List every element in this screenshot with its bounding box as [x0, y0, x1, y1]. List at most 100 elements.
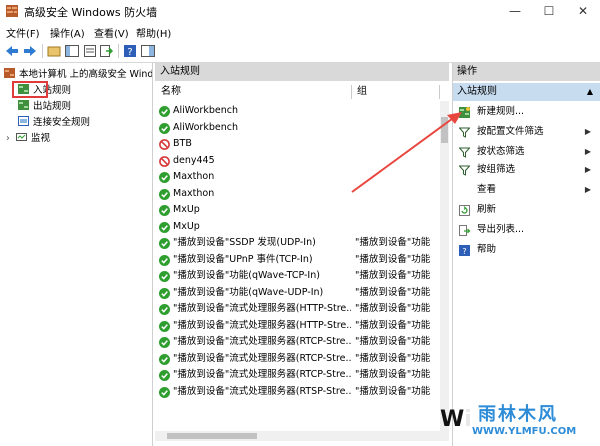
allow-check-icon — [159, 254, 170, 266]
navigation-tree: 本地计算机 上的高级安全 Windows 入站规则 出站规则 连接安全规则 ›监… — [0, 63, 153, 446]
vertical-scrollbar[interactable] — [440, 101, 449, 431]
vertical-scroll-thumb[interactable] — [441, 117, 448, 143]
rule-group: "播放到设备"功能 — [355, 369, 431, 380]
table-row[interactable]: "播放到设备"功能(qWave-TCP-In) "播放到设备"功能 — [155, 268, 440, 284]
rule-group: "播放到设备"功能 — [355, 319, 431, 331]
console-pane-icon[interactable] — [140, 43, 156, 59]
table-row[interactable]: BTB — [155, 136, 440, 152]
properties-icon[interactable] — [82, 43, 98, 59]
rule-name: "播放到设备"流式处理服务器(RTCP-Stre... — [173, 369, 351, 380]
allow-check-icon — [159, 386, 170, 398]
rule-name: "播放到设备"功能(qWave-TCP-In) — [173, 270, 320, 281]
table-row[interactable]: "播放到设备"流式处理服务器(RTCP-Stre... "播放到设备"功能 — [155, 351, 440, 367]
menu-help[interactable]: 帮助(H) — [136, 25, 171, 40]
action-label: 导出列表... — [477, 224, 525, 235]
rule-name: Maxthon — [173, 187, 215, 199]
export-list-icon[interactable] — [98, 43, 114, 59]
show-hide-tree-icon[interactable] — [64, 43, 80, 59]
filter-icon — [459, 127, 470, 138]
rule-group: "播放到设备"功能 — [355, 270, 431, 281]
action-label: 按组筛选 — [477, 164, 516, 175]
action-label: 帮助 — [477, 244, 497, 255]
forward-icon[interactable] — [22, 43, 38, 59]
submenu-arrow-icon: ▶ — [584, 147, 591, 156]
maximize-button[interactable]: ☐ — [532, 0, 566, 22]
allow-check-icon — [159, 337, 170, 348]
action-item[interactable]: 按组筛选 ▶ — [453, 161, 600, 179]
export-icon — [459, 225, 470, 236]
allow-check-icon — [159, 271, 170, 282]
help-icon: ? — [459, 245, 470, 256]
rule-name: "播放到设备"流式处理服务器(RTSP-Stre... — [173, 385, 351, 397]
table-row[interactable]: "播放到设备"流式处理服务器(HTTP-Stre... "播放到设备"功能 — [155, 301, 440, 317]
help-icon[interactable]: ? — [122, 43, 138, 59]
watermark-url: WWW.YLMFU.COM — [472, 426, 577, 437]
rule-name: "播放到设备"功能(qWave-UDP-In) — [173, 286, 324, 298]
action-item[interactable]: 查看 ▶ — [453, 181, 600, 199]
table-row[interactable]: Maxthon — [155, 169, 440, 185]
action-item[interactable]: 按配置文件筛选 ▶ — [453, 123, 600, 141]
minimize-button[interactable]: — — [498, 0, 532, 22]
column-header-name[interactable]: 名称 — [161, 83, 181, 101]
rule-name: AliWorkbench — [173, 121, 238, 133]
action-item[interactable]: ? 帮助 — [453, 241, 600, 259]
rule-group: "播放到设备"功能 — [355, 286, 431, 298]
table-row[interactable]: AliWorkbench — [155, 103, 440, 119]
table-row[interactable]: "播放到设备"流式处理服务器(RTCP-Stre... "播放到设备"功能 — [155, 367, 440, 383]
table-row[interactable]: MxUp — [155, 219, 440, 235]
highlight-box — [12, 81, 48, 98]
rule-name: "播放到设备"流式处理服务器(RTCP-Stre... — [173, 352, 351, 364]
submenu-arrow-icon: ▶ — [584, 165, 591, 174]
action-label: 刷新 — [477, 204, 497, 215]
tree-item-monitoring[interactable]: › 监视 — [6, 131, 50, 146]
submenu-arrow-icon: ▶ — [584, 127, 591, 136]
table-row[interactable]: "播放到设备"流式处理服务器(RTCP-Stre... "播放到设备"功能 — [155, 334, 440, 350]
horizontal-scroll-thumb[interactable] — [167, 433, 257, 439]
rules-list-pane: 入站规则 名称 组 AliWorkbench AliWorkbench BTB den… — [155, 63, 449, 446]
rule-name: BTB — [173, 138, 192, 149]
allow-check-icon — [159, 205, 170, 216]
back-icon[interactable] — [4, 43, 20, 59]
table-row[interactable]: "播放到设备"UPnP 事件(TCP-In) "播放到设备"功能 — [155, 252, 440, 268]
horizontal-scrollbar[interactable] — [155, 431, 449, 441]
allow-check-icon — [159, 238, 170, 249]
table-row[interactable]: "播放到设备"流式处理服务器(RTSP-Stre... "播放到设备"功能 — [155, 384, 440, 400]
allow-check-icon — [159, 221, 170, 233]
table-row[interactable]: AliWorkbench — [155, 120, 440, 136]
tree-item-outbound-rules[interactable]: 出站规则 — [18, 99, 71, 114]
firewall-icon — [4, 68, 15, 78]
outbound-rules-icon — [18, 100, 29, 110]
folder-icon[interactable] — [46, 43, 62, 59]
table-row[interactable]: "播放到设备"SSDP 发现(UDP-In) "播放到设备"功能 — [155, 235, 440, 251]
svg-text:?: ? — [127, 47, 132, 58]
title-bar: 高级安全 Windows 防火墙 — ☐ ✕ — [0, 0, 600, 22]
menu-action[interactable]: 操作(A) — [50, 25, 85, 40]
menu-view[interactable]: 查看(V) — [94, 25, 129, 40]
tree-item-connection-security[interactable]: 连接安全规则 — [18, 115, 90, 130]
table-row[interactable]: "播放到设备"流式处理服务器(HTTP-Stre... "播放到设备"功能 — [155, 318, 440, 334]
tree-root-label: 本地计算机 上的高级安全 Windows — [19, 69, 153, 80]
allow-check-icon — [159, 106, 170, 117]
rule-name: deny445 — [173, 154, 215, 166]
table-row[interactable]: "播放到设备"功能(qWave-UDP-In) "播放到设备"功能 — [155, 285, 440, 301]
table-row[interactable]: Maxthon — [155, 186, 440, 202]
close-button[interactable]: ✕ — [566, 0, 600, 22]
collapse-icon[interactable]: ▲ — [587, 83, 593, 101]
action-item[interactable]: 刷新 — [453, 201, 600, 219]
action-item[interactable]: 导出列表... — [453, 221, 600, 239]
tree-item-label: 监视 — [31, 133, 51, 144]
actions-subheader[interactable]: 入站规则 ▲ — [453, 83, 600, 101]
rule-name: "播放到设备"流式处理服务器(HTTP-Stre... — [173, 303, 351, 314]
watermark-text: 雨林木风 — [478, 404, 558, 425]
table-row[interactable]: deny445 — [155, 153, 440, 169]
tree-root[interactable]: 本地计算机 上的高级安全 Windows — [4, 67, 153, 82]
column-header-group[interactable]: 组 — [357, 83, 367, 101]
action-item[interactable]: 新建规则... — [453, 103, 600, 121]
rule-name: "播放到设备"SSDP 发现(UDP-In) — [173, 237, 316, 248]
action-item[interactable]: 按状态筛选 ▶ — [453, 143, 600, 161]
allow-check-icon — [159, 188, 170, 200]
menu-file[interactable]: 文件(F) — [6, 25, 40, 40]
firewall-app-icon — [6, 5, 18, 17]
expand-chevron-icon[interactable]: › — [6, 131, 16, 146]
table-row[interactable]: MxUp — [155, 202, 440, 218]
